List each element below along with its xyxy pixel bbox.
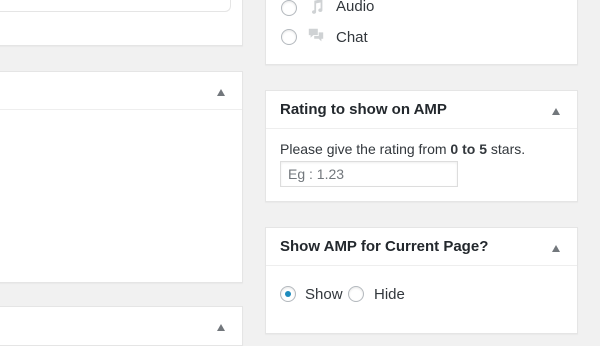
rating-input[interactable] — [280, 161, 458, 187]
rating-help-prefix: Please give the rating from — [280, 141, 451, 157]
rating-metabox-header[interactable]: Rating to show on AMP — [266, 91, 577, 129]
show-amp-metabox-title: Show AMP for Current Page? — [280, 238, 489, 255]
format-radio-chat[interactable] — [281, 29, 297, 45]
format-radio-audio[interactable] — [281, 0, 297, 16]
chat-icon — [308, 28, 324, 42]
show-amp-radio-show[interactable] — [280, 286, 296, 302]
rating-help-range: 0 to 5 — [450, 141, 487, 157]
main-editor-box-top — [0, 0, 243, 46]
format-label-chat: Chat — [336, 29, 368, 46]
show-amp-label-hide[interactable]: Hide — [374, 286, 405, 303]
rating-metabox-title: Rating to show on AMP — [280, 101, 447, 118]
audio-icon — [311, 0, 323, 14]
collapse-arrow-icon[interactable] — [217, 89, 225, 96]
collapse-arrow-icon[interactable] — [552, 108, 560, 115]
show-amp-metabox-header[interactable]: Show AMP for Current Page? — [266, 228, 577, 266]
rating-help-suffix: stars. — [487, 141, 526, 157]
collapse-arrow-icon[interactable] — [217, 324, 225, 331]
editor-inner-frame — [0, 0, 231, 12]
show-amp-metabox: Show AMP for Current Page? — [265, 227, 578, 334]
main-metabox-1 — [0, 71, 243, 283]
main-metabox-2 — [0, 306, 243, 346]
show-amp-radio-hide[interactable] — [348, 286, 364, 302]
show-amp-label-show[interactable]: Show — [305, 286, 343, 303]
rating-help-text: Please give the rating from 0 to 5 stars… — [280, 141, 525, 157]
format-label-audio: Audio — [336, 0, 375, 15]
collapse-arrow-icon[interactable] — [552, 245, 560, 252]
main-metabox-1-header[interactable] — [0, 72, 242, 110]
